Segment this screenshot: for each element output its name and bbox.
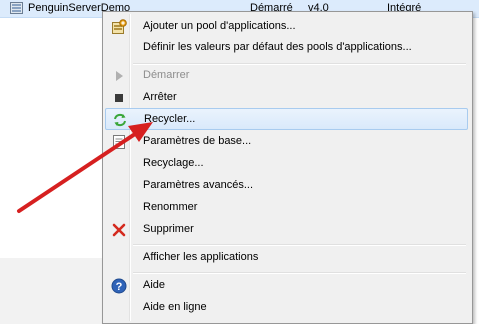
svg-text:?: ? xyxy=(116,281,123,293)
menu-item-label: Recyclage... xyxy=(143,157,204,169)
menu-item-label: Arrêter xyxy=(143,91,177,103)
menu-item-label: Démarrer xyxy=(143,69,190,81)
menu-item-recycling[interactable]: Recyclage... xyxy=(105,153,468,175)
play-icon xyxy=(111,68,127,84)
menu-item-label: Renommer xyxy=(143,201,198,213)
menu-item-set-pool-defaults[interactable]: Définir les valeurs par défaut des pools… xyxy=(105,37,468,59)
delete-icon xyxy=(111,222,127,238)
menu-item-recycle[interactable]: Recycler... xyxy=(105,108,468,130)
menu-item-label: Ajouter un pool d'applications... xyxy=(143,20,296,32)
menu-item-label: Aide xyxy=(143,279,166,291)
menu-item-start[interactable]: Démarrer xyxy=(105,65,468,87)
menu-item-advanced-settings[interactable]: Paramètres avancés... xyxy=(105,175,468,197)
add-pool-icon xyxy=(111,19,127,35)
menu-item-label: Supprimer xyxy=(143,223,194,235)
menu-separator xyxy=(133,272,466,274)
help-icon: ? xyxy=(111,278,127,294)
menu-item-add-pool[interactable]: Ajouter un pool d'applications... xyxy=(105,16,468,38)
menu-item-online-help[interactable]: Aide en ligne xyxy=(105,297,468,319)
menu-item-basic-settings[interactable]: Paramètres de base... xyxy=(105,131,468,153)
menu-item-label: Définir les valeurs par défaut des pools… xyxy=(143,41,412,53)
menu-item-stop[interactable]: Arrêter xyxy=(105,87,468,109)
stop-icon xyxy=(111,90,127,106)
app-pool-icon xyxy=(10,2,23,14)
menu-item-help[interactable]: ? Aide xyxy=(105,275,468,297)
context-menu: Ajouter un pool d'applications... Défini… xyxy=(102,11,473,324)
menu-item-show-applications[interactable]: Afficher les applications xyxy=(105,247,468,269)
menu-item-label: Paramètres avancés... xyxy=(143,179,254,191)
menu-item-rename[interactable]: Renommer xyxy=(105,197,468,219)
menu-item-delete[interactable]: Supprimer xyxy=(105,219,468,241)
menu-item-label: Afficher les applications xyxy=(143,251,259,263)
menu-separator xyxy=(133,244,466,246)
settings-page-icon xyxy=(111,134,127,150)
menu-item-label: Paramètres de base... xyxy=(143,135,252,147)
empty-area xyxy=(0,258,110,324)
menu-item-label: Aide en ligne xyxy=(143,301,207,313)
menu-item-label: Recycler... xyxy=(144,113,196,125)
recycle-icon xyxy=(112,112,128,128)
